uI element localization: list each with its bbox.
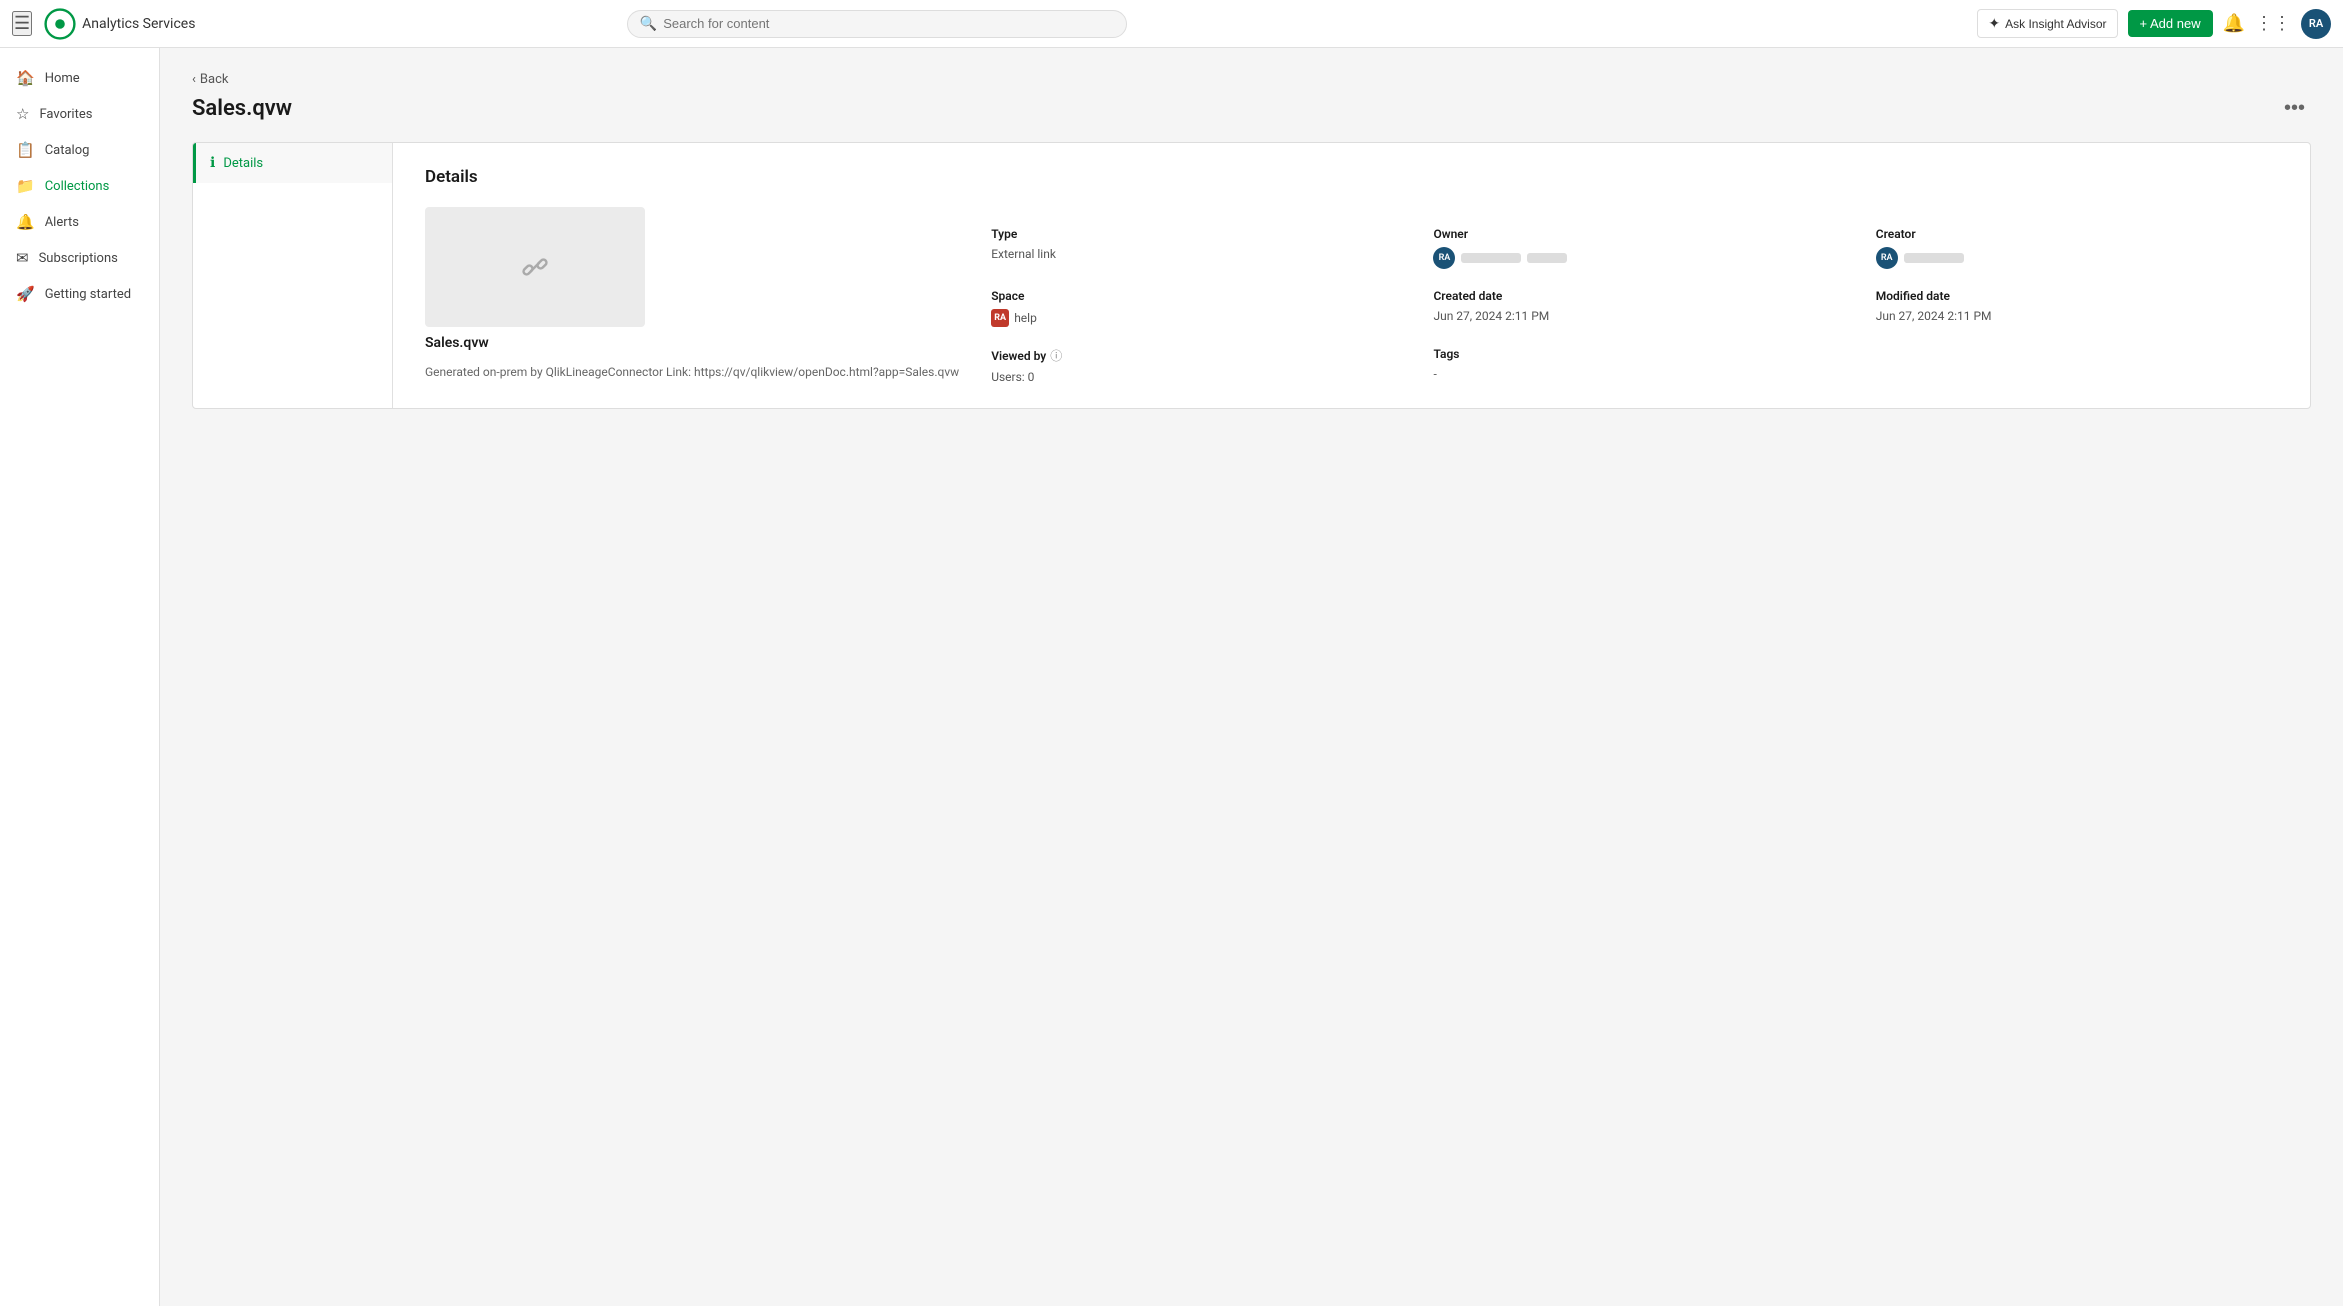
item-description: Generated on-prem by QlikLineageConnecto…: [425, 363, 959, 381]
meta-modified-date: Modified date Jun 27, 2024 2:11 PM: [1876, 289, 2278, 327]
details-section-title: Details: [425, 167, 2278, 187]
meta-created-date: Created date Jun 27, 2024 2:11 PM: [1433, 289, 1835, 327]
home-icon: 🏠: [16, 69, 35, 87]
creator-row: RA: [1876, 247, 2278, 269]
content-panel: ℹ Details Details: [192, 142, 2311, 409]
main-content: ‹ Back Sales.qvw ••• ℹ Details Details: [160, 48, 2343, 1306]
meta-type: Type External link: [991, 227, 1393, 269]
owner-name-placeholder-2: [1527, 253, 1567, 263]
apps-grid-button[interactable]: ⋮⋮: [2255, 13, 2291, 34]
sidebar-item-catalog[interactable]: 📋 Catalog: [0, 132, 159, 168]
modified-date-value: Jun 27, 2024 2:11 PM: [1876, 309, 2278, 323]
grid-icon: ⋮⋮: [2255, 13, 2291, 34]
add-new-button[interactable]: + Add new: [2128, 10, 2213, 37]
collections-icon: 📁: [16, 177, 35, 195]
item-card-row: Sales.qvw Generated on-prem by QlikLinea…: [425, 207, 2278, 384]
meta-viewed-by: Viewed by ⓘ Users: 0: [991, 347, 1393, 384]
item-thumbnail: [425, 207, 645, 327]
owner-name-placeholder: [1461, 253, 1521, 263]
created-date-value: Jun 27, 2024 2:11 PM: [1433, 309, 1835, 323]
type-value: External link: [991, 247, 1393, 261]
notifications-button[interactable]: 🔔: [2223, 13, 2245, 34]
details-panel: Details Sales.qvw: [393, 143, 2310, 408]
subscriptions-icon: ✉: [16, 249, 29, 267]
nav-right-actions: ✦ Ask Insight Advisor + Add new 🔔 ⋮⋮ RA: [1977, 9, 2331, 39]
page-header: Sales.qvw •••: [192, 95, 2311, 122]
owner-row: RA: [1433, 247, 1835, 269]
search-input[interactable]: [663, 16, 1114, 31]
info-circle-icon: ℹ: [210, 155, 215, 171]
meta-grid: Type External link Owner RA: [991, 227, 2278, 384]
hamburger-menu-icon[interactable]: ☰: [12, 11, 32, 36]
tab-details[interactable]: ℹ Details: [193, 143, 392, 183]
sidebar: 🏠 Home ☆ Favorites 📋 Catalog 📁 Collectio…: [0, 48, 160, 1306]
meta-tags: Tags -: [1433, 347, 1835, 384]
star-icon: ☆: [16, 105, 29, 123]
users-value: Users: 0: [991, 370, 1393, 384]
qlik-logo-icon: [44, 8, 76, 40]
app-title: Analytics Services: [82, 16, 195, 32]
tab-panel: ℹ Details: [193, 143, 393, 408]
search-icon: 🔍: [640, 16, 657, 32]
sidebar-item-alerts[interactable]: 🔔 Alerts: [0, 204, 159, 240]
getting-started-icon: 🚀: [16, 285, 35, 303]
space-name: help: [1014, 311, 1037, 325]
sidebar-item-favorites[interactable]: ☆ Favorites: [0, 96, 159, 132]
item-name: Sales.qvw: [425, 335, 959, 351]
creator-avatar: RA: [1876, 247, 1898, 269]
search-bar: 🔍: [627, 10, 1127, 38]
page-title: Sales.qvw: [192, 96, 292, 121]
meta-space: Space RA help: [991, 289, 1393, 327]
insight-icon: ✦: [1988, 15, 2000, 32]
more-options-button[interactable]: •••: [2278, 95, 2311, 122]
bell-icon: 🔔: [2223, 13, 2245, 34]
sidebar-item-getting-started[interactable]: 🚀 Getting started: [0, 276, 159, 312]
chevron-left-icon: ‹: [192, 72, 196, 87]
page-layout: 🏠 Home ☆ Favorites 📋 Catalog 📁 Collectio…: [0, 48, 2343, 1306]
owner-avatar: RA: [1433, 247, 1455, 269]
viewed-by-label-row: Viewed by ⓘ: [991, 347, 1393, 364]
ellipsis-icon: •••: [2284, 97, 2305, 119]
user-avatar[interactable]: RA: [2301, 9, 2331, 39]
sidebar-item-subscriptions[interactable]: ✉ Subscriptions: [0, 240, 159, 276]
alerts-icon: 🔔: [16, 213, 35, 231]
meta-creator: Creator RA: [1876, 227, 2278, 269]
sidebar-item-collections[interactable]: 📁 Collections: [0, 168, 159, 204]
space-badge: RA help: [991, 309, 1037, 327]
creator-name-placeholder: [1904, 253, 1964, 263]
chain-link-icon: [515, 247, 555, 287]
logo-link[interactable]: Analytics Services: [44, 8, 195, 40]
space-icon: RA: [991, 309, 1009, 327]
viewed-by-info-icon[interactable]: ⓘ: [1050, 347, 1062, 364]
back-link[interactable]: ‹ Back: [192, 72, 2311, 87]
tags-value: -: [1433, 367, 1835, 381]
top-navigation: ☰ Analytics Services 🔍 ✦ Ask Insight Adv…: [0, 0, 2343, 48]
catalog-icon: 📋: [16, 141, 35, 159]
ask-insight-button[interactable]: ✦ Ask Insight Advisor: [1977, 9, 2117, 38]
meta-owner: Owner RA: [1433, 227, 1835, 269]
sidebar-item-home[interactable]: 🏠 Home: [0, 60, 159, 96]
